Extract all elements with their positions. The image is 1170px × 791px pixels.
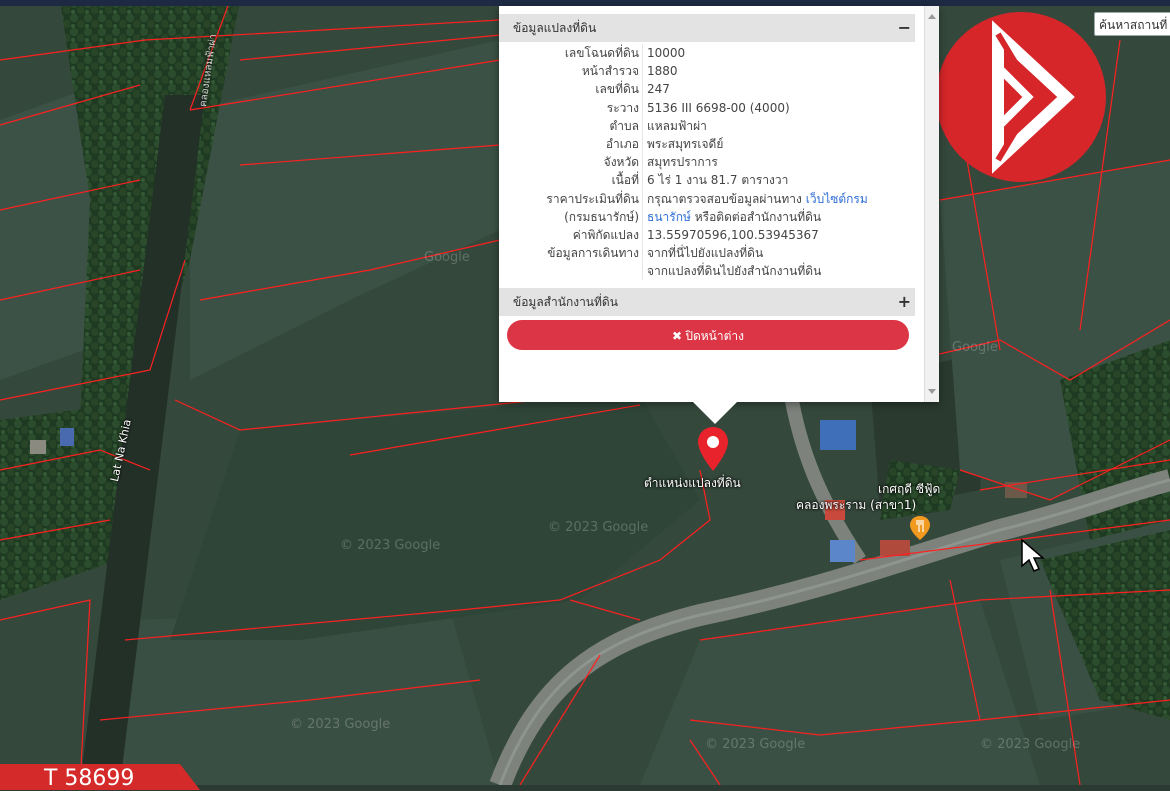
price-text: หรือติดต่อสำนักงานที่ดิน bbox=[694, 209, 822, 224]
popup-pointer bbox=[693, 402, 737, 424]
close-window-button[interactable]: ✖ ปิดหน้าต่าง bbox=[507, 320, 909, 350]
collapse-icon[interactable]: − bbox=[898, 14, 911, 42]
brand-logo[interactable] bbox=[936, 12, 1106, 182]
row-value: สมุทรปราการ bbox=[647, 155, 718, 170]
coordinate-link[interactable]: 13.55970596,100.53945367 bbox=[647, 226, 819, 244]
poi-branch[interactable]: คลองพระราม (สาขา1) bbox=[796, 496, 916, 515]
row-value: ธนารักษ์ หรือติดต่อสำนักงานที่ดิน bbox=[647, 208, 821, 226]
listing-code: T 58699 bbox=[44, 766, 135, 791]
scroll-up-icon[interactable] bbox=[928, 14, 936, 19]
price-text: กรุณาตรวจสอบข้อมูลผ่านทาง bbox=[647, 191, 802, 206]
map-watermark: © 2023 Google bbox=[290, 717, 391, 732]
scroll-down-icon[interactable] bbox=[928, 389, 936, 394]
info-row: เลขที่ดิน 247 bbox=[499, 80, 915, 99]
info-row-price: ราคาประเมินที่ดิน กรุณาตรวจสอบข้อมูลผ่านท… bbox=[499, 189, 915, 208]
row-value: กรุณาตรวจสอบข้อมูลผ่านทาง เว็บไซต์กรม bbox=[647, 190, 868, 208]
treasury-link[interactable]: เว็บไซต์กรม bbox=[806, 192, 868, 206]
restaurant-icon[interactable] bbox=[909, 515, 931, 541]
land-office-section-header[interactable]: ข้อมูลสำนักงานที่ดิน + bbox=[499, 288, 915, 316]
row-value: แหลมฟ้าผ่า bbox=[647, 118, 707, 133]
row-key: ราคาประเมินที่ดิน bbox=[546, 191, 639, 206]
info-row: อำเภอ พระสมุทรเจดีย์ bbox=[499, 134, 915, 154]
directions-to-parcel-link[interactable]: จากที่นี่ไปยังแปลงที่ดิน bbox=[647, 244, 763, 262]
pin-label: ตำแหน่งแปลงที่ดิน bbox=[644, 476, 741, 490]
map-pin-icon[interactable] bbox=[696, 426, 730, 472]
info-row: ระวาง 5136 III 6698-00 (4000) bbox=[499, 98, 915, 117]
info-row: หน้าสำรวจ 1880 bbox=[499, 62, 915, 81]
info-row-travel: ข้อมูลการเดินทาง จากที่นี่ไปยังแปลงที่ดิน bbox=[499, 244, 915, 263]
parcel-info-section-header[interactable]: ข้อมูลแปลงที่ดิน − bbox=[499, 14, 915, 42]
info-row-price: (กรมธนารักษ์) ธนารักษ์ หรือติดต่อสำนักงาน… bbox=[499, 207, 915, 226]
info-row-travel: จากแปลงที่ดินไปยังสำนักงานที่ดิน bbox=[499, 262, 915, 281]
map-watermark: Google bbox=[952, 340, 998, 355]
row-value: 247 bbox=[647, 82, 670, 97]
info-row: เลขโฉนดที่ดิน 10000 bbox=[499, 44, 915, 63]
mouse-cursor-icon bbox=[1021, 538, 1046, 572]
map-watermark: © 2023 Google bbox=[980, 737, 1081, 752]
row-key: จังหวัด bbox=[603, 155, 639, 170]
map-watermark: © 2023 Google bbox=[705, 737, 806, 752]
expand-icon[interactable]: + bbox=[898, 288, 911, 316]
parcel-info-popup[interactable]: ข้อมูลแปลงที่ดิน − เลขโฉนดที่ดิน 10000 หน… bbox=[499, 6, 939, 402]
info-row: ตำบล แหลมฟ้าผ่า bbox=[499, 116, 915, 135]
row-key: (กรมธนารักษ์) bbox=[564, 209, 639, 224]
info-row: เนื้อที่ 6 ไร่ 1 งาน 81.7 ตารางวา bbox=[499, 171, 915, 190]
brand-logo-icon bbox=[992, 20, 1075, 174]
treasury-link[interactable]: ธนารักษ์ bbox=[647, 210, 691, 224]
map-watermark: Google bbox=[424, 250, 470, 265]
row-value: 1880 bbox=[647, 64, 678, 79]
row-key: เนื้อที่ bbox=[611, 173, 639, 188]
row-value: พระสมุทรเจดีย์ bbox=[647, 136, 724, 151]
map-watermark: © 2023 Google bbox=[548, 520, 649, 535]
row-key: ค่าพิกัดแปลง bbox=[572, 227, 639, 242]
row-key: ระวาง bbox=[606, 100, 639, 115]
row-key: ข้อมูลการเดินทาง bbox=[547, 246, 639, 261]
map-watermark: © 2023 Google bbox=[340, 538, 441, 553]
row-value: 6 ไร่ 1 งาน 81.7 ตารางวา bbox=[647, 173, 789, 188]
row-key: ตำบล bbox=[609, 118, 639, 133]
row-key: อำเภอ bbox=[605, 136, 639, 151]
info-row-coord: ค่าพิกัดแปลง 13.55970596,100.53945367 bbox=[499, 225, 915, 245]
row-key: หน้าสำรวจ bbox=[581, 64, 639, 79]
row-key: เลขที่ดิน bbox=[595, 82, 639, 97]
row-value: 10000 bbox=[647, 46, 686, 60]
row-key: เลขโฉนดที่ดิน bbox=[564, 46, 639, 60]
directions-to-office-link[interactable]: จากแปลงที่ดินไปยังสำนักงานที่ดิน bbox=[647, 262, 821, 280]
parcel-info-rows: เลขโฉนดที่ดิน 10000 หน้าสำรวจ 1880 เลขที่ด… bbox=[499, 44, 915, 281]
info-row: จังหวัด สมุทรปราการ bbox=[499, 153, 915, 172]
row-value: 5136 III 6698-00 (4000) bbox=[647, 100, 790, 115]
popup-scrollbar[interactable] bbox=[924, 6, 939, 402]
section-title: ข้อมูลสำนักงานที่ดิน bbox=[513, 295, 618, 309]
section-title: ข้อมูลแปลงที่ดิน bbox=[513, 21, 597, 35]
